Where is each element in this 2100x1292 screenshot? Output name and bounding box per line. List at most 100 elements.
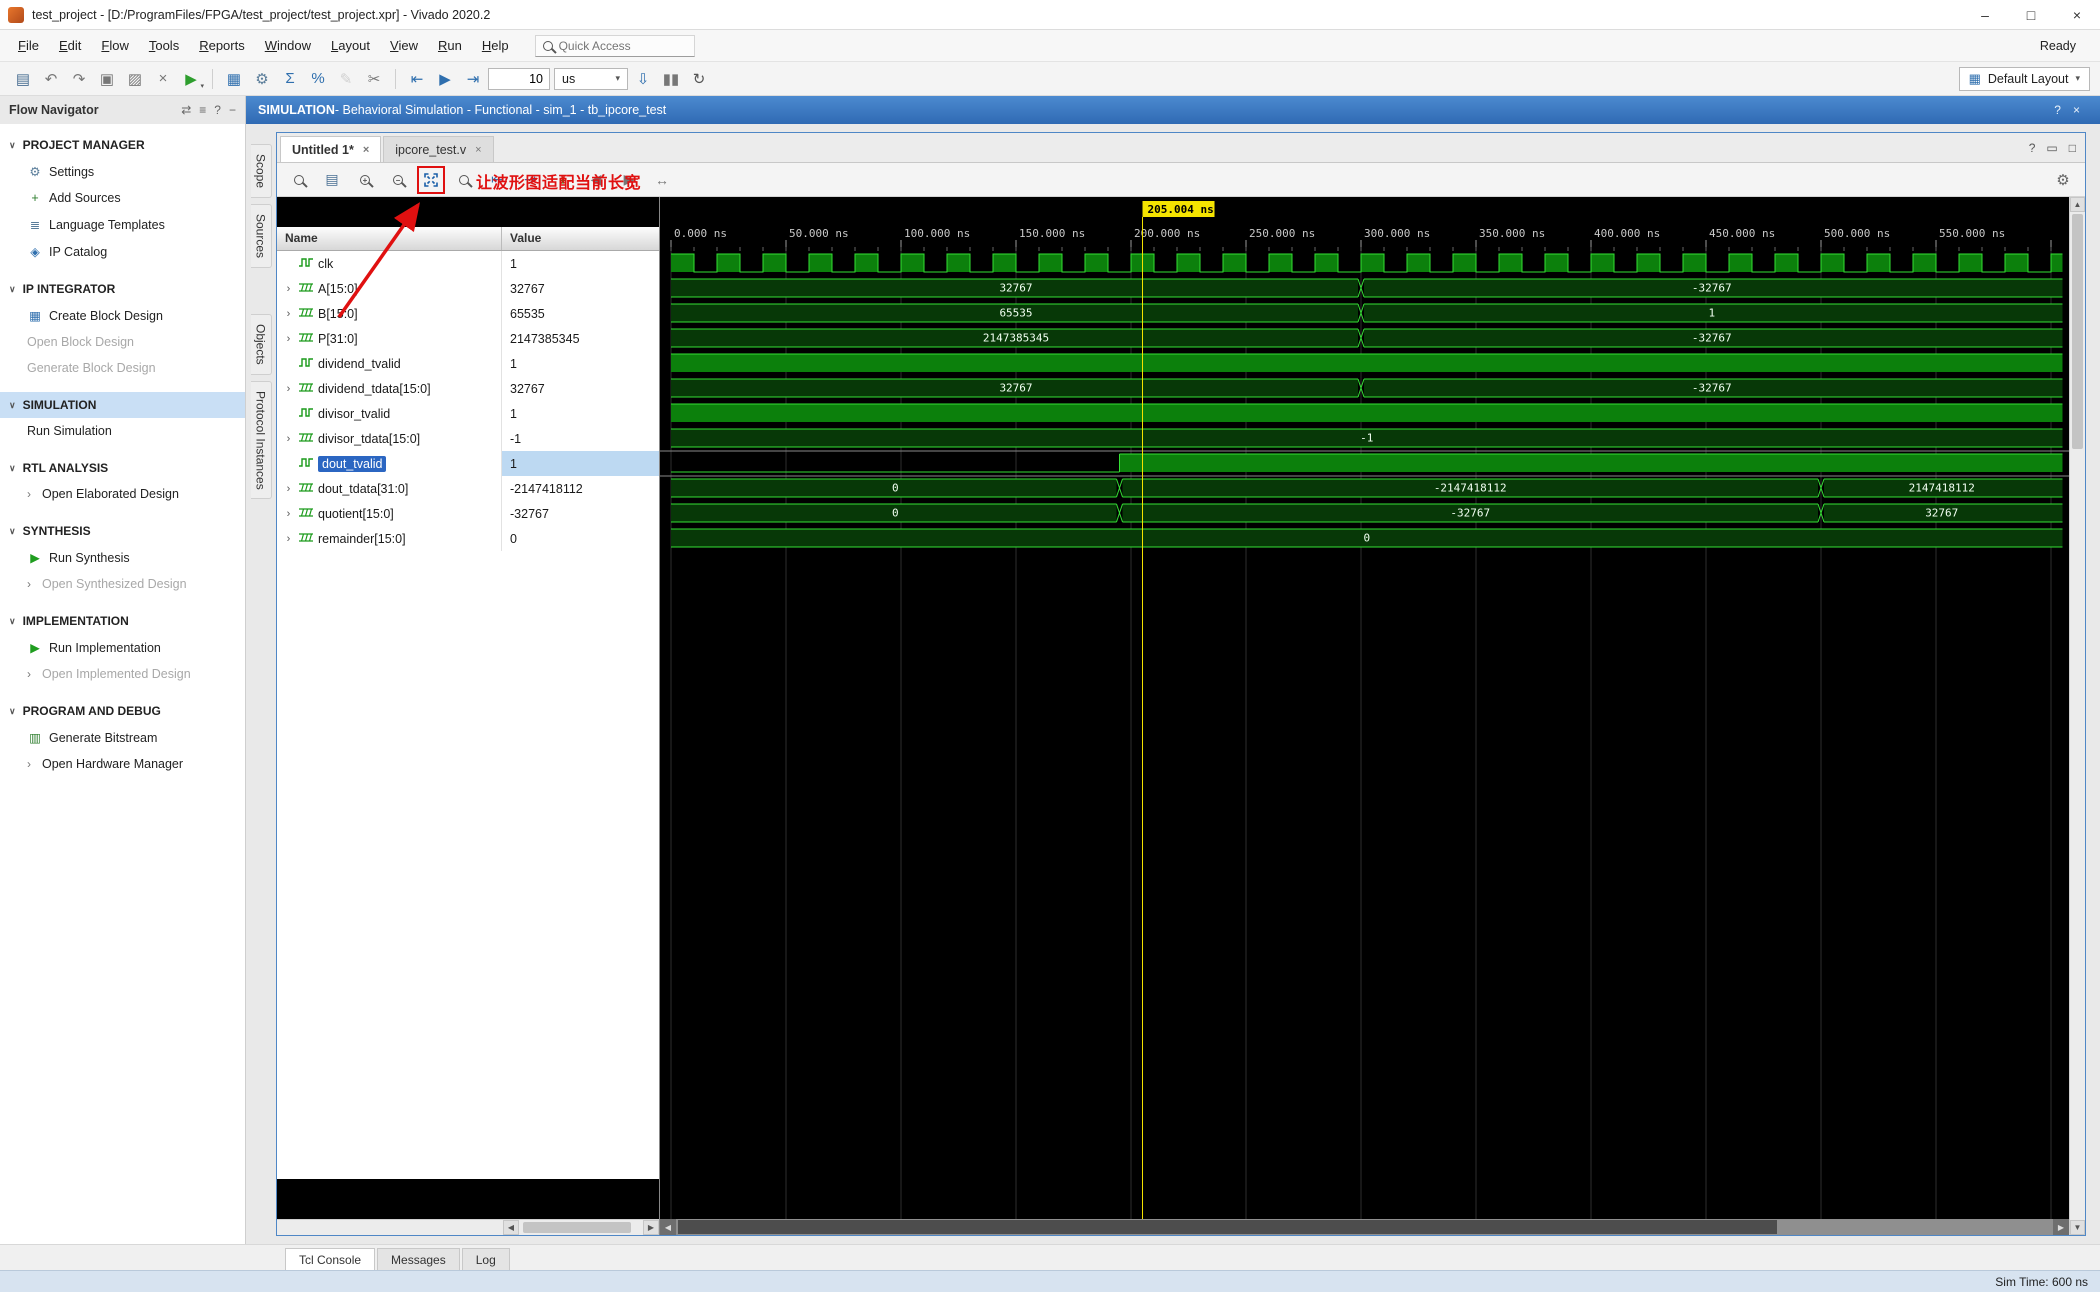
chevron-right-icon[interactable]: › xyxy=(27,758,36,770)
signal-value-cell[interactable]: -32767 xyxy=(502,501,659,526)
toggle-icon[interactable]: ⇄ xyxy=(181,103,191,117)
minimize-button[interactable]: – xyxy=(1962,0,2008,29)
go-to-next-marker-icon[interactable]: ▶ xyxy=(617,168,641,192)
run-icon[interactable]: ▶ ▾ xyxy=(178,66,204,92)
waveform-vertical-scrollbar[interactable]: ▲ ▼ xyxy=(2069,197,2085,1235)
run-all-icon[interactable]: ▶ xyxy=(432,66,458,92)
flow-item-run-synthesis[interactable]: ▶ Run Synthesis xyxy=(0,544,245,571)
run-for-time-icon[interactable]: ⇩ xyxy=(630,66,656,92)
delete-icon[interactable]: × xyxy=(150,66,176,92)
float-icon[interactable]: ▭ xyxy=(2046,141,2057,155)
menu-run[interactable]: Run xyxy=(428,33,472,58)
signal-row-divisor-tdata-15-0-[interactable]: › divisor_tdata[15:0] -1 xyxy=(277,426,659,451)
signal-name-cell[interactable]: › dividend_tdata[15:0] xyxy=(277,376,502,401)
copy-icon[interactable]: ▣ xyxy=(94,66,120,92)
signal-row-dout-tdata-31-0-[interactable]: › dout_tdata[31:0] -2147418112 xyxy=(277,476,659,501)
paste-icon[interactable]: ▨ xyxy=(122,66,148,92)
flow-item-generate-bitstream[interactable]: ▥ Generate Bitstream xyxy=(0,724,245,751)
side-tab-sources[interactable]: Sources xyxy=(250,204,272,269)
value-column-header[interactable]: Value xyxy=(502,227,659,250)
scroll-left-icon[interactable]: ◀ xyxy=(660,1219,676,1235)
add-marker-icon[interactable]: + xyxy=(551,168,575,192)
signal-row-remainder-15-0-[interactable]: › remainder[15:0] 0 xyxy=(277,526,659,551)
signal-value-cell[interactable]: 1 xyxy=(502,401,659,426)
signal-value-cell[interactable]: 1 xyxy=(502,251,659,276)
signal-name-cell[interactable]: divisor_tvalid xyxy=(277,401,502,426)
close-button[interactable]: × xyxy=(2054,0,2100,29)
menu-file[interactable]: File xyxy=(8,33,49,58)
wave-settings-icon[interactable]: ⚙ xyxy=(2051,168,2075,192)
tab-ipcore-test-v[interactable]: ipcore_test.v × xyxy=(383,136,494,162)
flow-item-ip-catalog[interactable]: ◈ IP Catalog xyxy=(0,238,245,265)
time-input[interactable] xyxy=(488,67,550,90)
flow-section-ip-integrator[interactable]: ∨ IP INTEGRATOR xyxy=(0,276,245,302)
restart-sim-icon[interactable]: ⇤ xyxy=(404,66,430,92)
go-to-previous-marker-icon[interactable]: ◀ xyxy=(584,168,608,192)
edit-icon[interactable]: ✎ xyxy=(333,66,359,92)
name-column-header[interactable]: Name xyxy=(277,227,502,250)
block-design-icon[interactable]: ▦ xyxy=(221,66,247,92)
chevron-right-icon[interactable]: › xyxy=(283,333,294,345)
side-tab-scope[interactable]: Scope xyxy=(250,144,272,199)
signal-name-cell[interactable]: › divisor_tdata[15:0] xyxy=(277,426,502,451)
flow-item-settings[interactable]: ⚙ Settings xyxy=(0,158,245,185)
side-tab-objects[interactable]: Objects xyxy=(250,314,272,375)
flow-section-simulation[interactable]: ∨ SIMULATION xyxy=(0,392,245,418)
menu-flow[interactable]: Flow xyxy=(91,33,138,58)
signal-name-cell[interactable]: › A[15:0] xyxy=(277,276,502,301)
signal-name-cell[interactable]: dividend_tvalid xyxy=(277,351,502,376)
signal-value-cell[interactable]: -2147418112 xyxy=(502,476,659,501)
percent-icon[interactable]: % xyxy=(305,66,331,92)
console-tab-tcl-console[interactable]: Tcl Console xyxy=(285,1248,376,1270)
flow-item-run-simulation[interactable]: Run Simulation xyxy=(0,418,245,444)
signal-name-cell[interactable]: › remainder[15:0] xyxy=(277,526,502,551)
flow-section-implementation[interactable]: ∨ IMPLEMENTATION xyxy=(0,608,245,634)
waveform-display[interactable]: 0.000 ns 50.000 ns 100.000 ns 150.000 ns 200… xyxy=(660,197,2069,1219)
help-icon[interactable]: ? xyxy=(2029,141,2036,155)
flow-item-open-hardware-manager[interactable]: › Open Hardware Manager xyxy=(0,751,245,777)
chevron-right-icon[interactable]: › xyxy=(283,383,294,395)
scroll-right-icon[interactable]: ▶ xyxy=(643,1220,659,1235)
scroll-right-icon[interactable]: ▶ xyxy=(2053,1219,2069,1235)
relaunch-icon[interactable]: ↻ xyxy=(686,66,712,92)
quick-access-input[interactable] xyxy=(558,38,677,53)
signal-value-cell[interactable]: 2147385345 xyxy=(502,326,659,351)
zoom-fit-icon[interactable] xyxy=(419,168,443,192)
zoom-in-icon[interactable]: + xyxy=(353,168,377,192)
signal-row-quotient-15-0-[interactable]: › quotient[15:0] -32767 xyxy=(277,501,659,526)
signal-row-clk[interactable]: clk 1 xyxy=(277,251,659,276)
signal-value-cell[interactable]: 0 xyxy=(502,526,659,551)
signal-name-cell[interactable]: clk xyxy=(277,251,502,276)
search-icon[interactable] xyxy=(287,168,311,192)
cut-icon[interactable]: ✂ xyxy=(361,66,387,92)
signal-row-dividend-tvalid[interactable]: dividend_tvalid 1 xyxy=(277,351,659,376)
menu-window[interactable]: Window xyxy=(255,33,321,58)
settings-icon[interactable]: ⚙ xyxy=(249,66,275,92)
signal-name-cell[interactable]: › P[31:0] xyxy=(277,326,502,351)
pause-icon[interactable]: ▮▮ xyxy=(658,66,684,92)
layout-selector[interactable]: ▦ Default Layout ▾ xyxy=(1958,66,2090,91)
collapse-all-icon[interactable]: ≡ xyxy=(199,103,206,117)
signal-row-dout-tvalid[interactable]: dout_tvalid 1 xyxy=(277,451,659,476)
scroll-up-icon[interactable]: ▲ xyxy=(2070,197,2085,212)
chevron-right-icon[interactable]: › xyxy=(283,308,294,320)
menu-layout[interactable]: Layout xyxy=(321,33,380,58)
scroll-down-icon[interactable]: ▼ xyxy=(2070,1220,2085,1235)
menu-tools[interactable]: Tools xyxy=(139,33,189,58)
flow-item-open-elaborated-design[interactable]: › Open Elaborated Design xyxy=(0,481,245,507)
undo-icon[interactable]: ↶ xyxy=(38,66,64,92)
signal-value-cell[interactable]: 32767 xyxy=(502,276,659,301)
time-unit-select[interactable]: us ▾ xyxy=(554,67,628,90)
signal-row-dividend-tdata-15-0-[interactable]: › dividend_tdata[15:0] 32767 xyxy=(277,376,659,401)
chevron-right-icon[interactable]: › xyxy=(283,433,294,445)
scrollbar-thumb[interactable] xyxy=(678,1220,1778,1234)
menu-edit[interactable]: Edit xyxy=(49,33,91,58)
signal-value-cell[interactable]: 1 xyxy=(502,351,659,376)
scrollbar-thumb[interactable] xyxy=(523,1222,631,1233)
waveform-horizontal-scrollbar[interactable]: ◀ ▶ xyxy=(660,1219,2069,1235)
zoom-out-icon[interactable]: − xyxy=(386,168,410,192)
panel-horizontal-scrollbar[interactable]: ◀ ▶ xyxy=(277,1219,659,1235)
chevron-right-icon[interactable]: › xyxy=(283,283,294,295)
next-transition-icon[interactable]: ⇥ xyxy=(518,168,542,192)
tab-untitled-1-[interactable]: Untitled 1* × xyxy=(280,136,382,162)
